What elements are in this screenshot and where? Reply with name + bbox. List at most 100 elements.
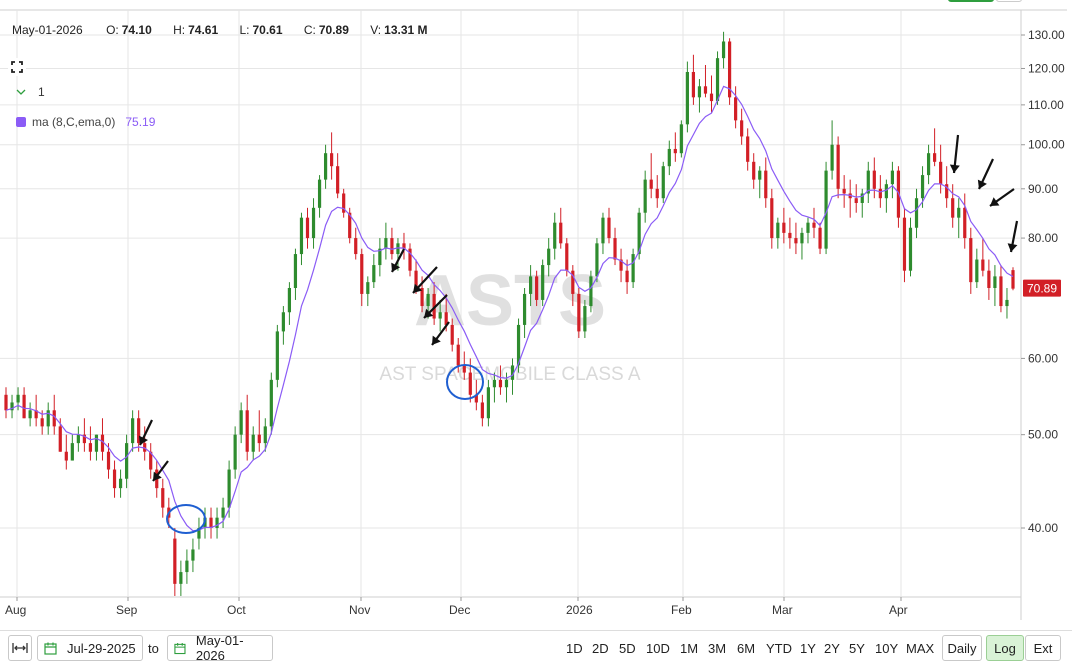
top-toolbar-button[interactable] bbox=[948, 0, 994, 2]
candle[interactable] bbox=[173, 528, 177, 596]
ext-button[interactable]: Ext bbox=[1025, 635, 1061, 661]
candle[interactable] bbox=[390, 227, 394, 260]
range-max[interactable]: MAX bbox=[906, 641, 934, 656]
candle[interactable] bbox=[619, 248, 623, 283]
range-1m[interactable]: 1M bbox=[680, 641, 698, 656]
candle[interactable] bbox=[323, 144, 328, 189]
candle[interactable] bbox=[336, 153, 340, 199]
candle[interactable] bbox=[245, 394, 249, 461]
range-5y[interactable]: 5Y bbox=[849, 641, 865, 656]
candle[interactable] bbox=[372, 254, 376, 288]
candle[interactable] bbox=[848, 179, 852, 218]
candle[interactable] bbox=[1005, 287, 1009, 319]
candle[interactable] bbox=[76, 426, 80, 452]
fullscreen-icon[interactable] bbox=[8, 58, 26, 76]
candle[interactable] bbox=[559, 207, 563, 249]
candle[interactable] bbox=[589, 270, 593, 313]
candle[interactable] bbox=[179, 560, 183, 596]
candle[interactable] bbox=[191, 538, 195, 573]
daily-button[interactable]: Daily bbox=[942, 635, 982, 661]
candle[interactable] bbox=[673, 132, 677, 162]
candle[interactable] bbox=[384, 222, 388, 260]
candle[interactable] bbox=[794, 222, 798, 255]
candle[interactable] bbox=[354, 227, 358, 260]
candle[interactable] bbox=[46, 402, 50, 435]
candle[interactable] bbox=[480, 394, 484, 427]
from-date-field[interactable]: Jul-29-2025 bbox=[37, 635, 143, 661]
candle[interactable] bbox=[776, 217, 780, 249]
candle[interactable] bbox=[342, 188, 346, 218]
to-date-field[interactable]: May-01-2026 bbox=[167, 633, 273, 663]
candle[interactable] bbox=[963, 193, 967, 249]
candle[interactable] bbox=[317, 175, 322, 218]
candle[interactable] bbox=[209, 507, 213, 539]
candle[interactable] bbox=[64, 434, 68, 470]
candle[interactable] bbox=[378, 238, 382, 277]
candle[interactable] bbox=[577, 287, 581, 338]
indicator-collapse[interactable]: 1 bbox=[16, 85, 45, 99]
candle[interactable] bbox=[305, 207, 310, 249]
candle[interactable] bbox=[257, 410, 261, 452]
candle[interactable] bbox=[957, 198, 961, 239]
candle[interactable] bbox=[872, 157, 876, 199]
range-10d[interactable]: 10D bbox=[646, 641, 670, 656]
candle[interactable] bbox=[800, 227, 804, 260]
candle[interactable] bbox=[4, 387, 8, 419]
candle[interactable] bbox=[330, 132, 334, 180]
candle[interactable] bbox=[100, 418, 105, 461]
candle[interactable] bbox=[727, 38, 732, 105]
candle[interactable] bbox=[975, 248, 979, 288]
candle[interactable] bbox=[408, 243, 412, 277]
candle[interactable] bbox=[914, 188, 919, 239]
candle[interactable] bbox=[70, 434, 74, 461]
candle[interactable] bbox=[486, 379, 490, 427]
candle[interactable] bbox=[311, 198, 316, 249]
candle[interactable] bbox=[788, 217, 792, 249]
candle[interactable] bbox=[137, 410, 141, 452]
candle[interactable] bbox=[287, 282, 292, 325]
candle[interactable] bbox=[890, 161, 895, 199]
candle[interactable] bbox=[824, 161, 828, 255]
candle[interactable] bbox=[740, 108, 744, 145]
candle[interactable] bbox=[812, 207, 816, 239]
candle[interactable] bbox=[52, 394, 56, 435]
fit-range-button[interactable] bbox=[8, 635, 32, 661]
range-6m[interactable]: 6M bbox=[737, 641, 755, 656]
range-1y[interactable]: 1Y bbox=[800, 641, 816, 656]
range-10y[interactable]: 10Y bbox=[875, 641, 898, 656]
candle[interactable] bbox=[933, 128, 937, 167]
range-3m[interactable]: 3M bbox=[708, 641, 726, 656]
candle[interactable] bbox=[1011, 267, 1015, 291]
range-2d[interactable]: 2D bbox=[592, 641, 609, 656]
candle[interactable] bbox=[299, 212, 304, 266]
log-button[interactable]: Log bbox=[986, 635, 1024, 661]
candle[interactable] bbox=[866, 161, 870, 203]
candle[interactable] bbox=[251, 426, 255, 461]
candle[interactable] bbox=[939, 144, 943, 194]
candle[interactable] bbox=[281, 306, 285, 345]
candle[interactable] bbox=[860, 188, 864, 218]
candle[interactable] bbox=[82, 418, 86, 452]
candle[interactable] bbox=[275, 324, 279, 388]
candle[interactable] bbox=[752, 153, 756, 189]
candle[interactable] bbox=[661, 161, 665, 203]
candle[interactable] bbox=[402, 232, 406, 260]
candle[interactable] bbox=[981, 238, 985, 277]
range-ytd[interactable]: YTD bbox=[766, 641, 792, 656]
candle[interactable] bbox=[679, 120, 683, 158]
candle[interactable] bbox=[926, 144, 931, 185]
candle[interactable] bbox=[553, 212, 557, 260]
candle[interactable] bbox=[131, 410, 135, 452]
candle[interactable] bbox=[366, 276, 370, 307]
candle[interactable] bbox=[691, 54, 696, 105]
candle[interactable] bbox=[806, 217, 810, 244]
candle[interactable] bbox=[993, 265, 997, 307]
candle[interactable] bbox=[118, 469, 123, 498]
candle[interactable] bbox=[884, 179, 888, 213]
candle[interactable] bbox=[215, 507, 219, 539]
candle[interactable] bbox=[149, 443, 153, 479]
candle[interactable] bbox=[987, 259, 991, 300]
candle[interactable] bbox=[734, 86, 738, 129]
candle[interactable] bbox=[541, 259, 545, 307]
candle[interactable] bbox=[185, 549, 189, 584]
